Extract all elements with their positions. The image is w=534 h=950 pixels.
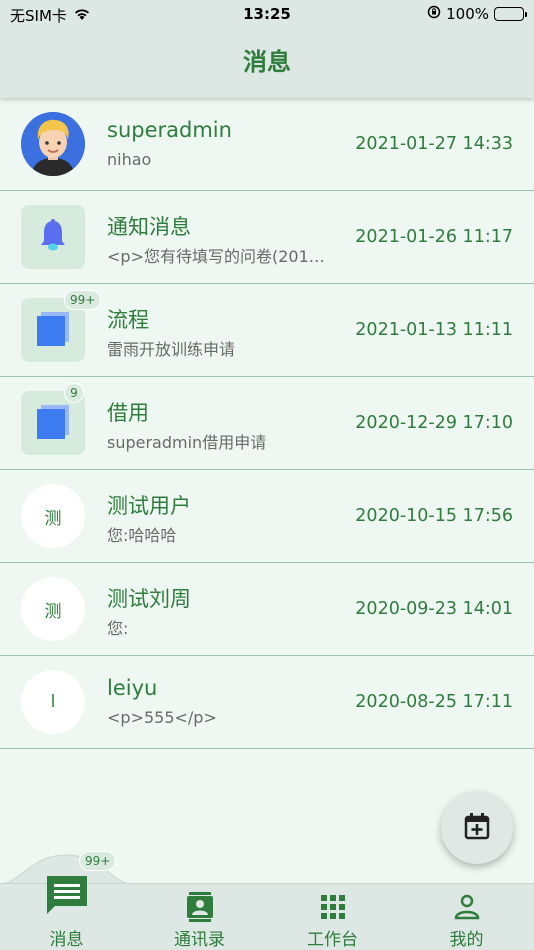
status-bar: 无SIM卡 13:25 100% (0, 0, 534, 28)
unread-badge: 9 (64, 383, 84, 403)
conversation-name: 流程 (107, 308, 149, 332)
documents-icon (33, 308, 73, 352)
conversation-preview: <p>555</p> (107, 708, 217, 727)
conversation-name: leiyu (107, 676, 158, 700)
tab-profile[interactable]: 我的 (400, 884, 533, 950)
add-schedule-button[interactable] (441, 792, 513, 864)
conversation-preview: nihao (107, 150, 152, 169)
conversation-time: 2020-12-29 17:10 (355, 413, 513, 433)
contacts-icon (186, 892, 214, 926)
tab-label: 工作台 (307, 930, 358, 950)
app-header: 消息 (0, 28, 534, 98)
rotation-lock-icon (427, 5, 441, 23)
page-title: 消息 (243, 48, 291, 76)
conversation-time: 2020-10-15 17:56 (355, 506, 513, 526)
conversation-time: 2020-09-23 14:01 (355, 599, 513, 619)
tab-label: 消息 (49, 930, 84, 950)
conversation-name: 测试刘周 (107, 587, 191, 611)
tab-label: 通讯录 (174, 930, 225, 950)
person-icon (454, 894, 480, 924)
tab-contacts[interactable]: 通讯录 (133, 884, 266, 950)
tab-workbench[interactable]: 工作台 (266, 884, 399, 950)
text-avatar: 测 (21, 577, 85, 641)
conversation-time: 2020-08-25 17:11 (355, 692, 513, 712)
conversation-name: 借用 (107, 401, 149, 425)
conversation-preview: superadmin借用申请 (107, 433, 267, 452)
conversation-preview: <p>您有待填写的问卷(201… (107, 247, 325, 266)
bell-icon (35, 217, 71, 257)
conversation-row[interactable]: l leiyu <p>555</p> 2020-08-25 17:11 (0, 656, 534, 749)
conversation-name: 测试用户 (107, 494, 191, 518)
tab-label: 我的 (449, 930, 484, 950)
conversation-name: superadmin (107, 118, 232, 142)
text-avatar: l (21, 670, 85, 734)
tab-unread-badge: 99+ (79, 851, 117, 871)
conversation-name: 通知消息 (107, 215, 191, 239)
tab-messages[interactable]: 消息 (0, 876, 133, 950)
notification-avatar (21, 205, 85, 269)
battery-percent: 100% (446, 5, 489, 23)
conversation-list: superadmin nihao 2021-01-27 14:33 通知消息 <… (0, 98, 534, 749)
conversation-time: 2021-01-26 11:17 (355, 227, 513, 247)
documents-icon (33, 401, 73, 445)
tab-bar: 消息 通讯录 工作台 我的 (0, 876, 534, 950)
text-avatar: 测 (21, 484, 85, 548)
user-avatar (21, 112, 85, 176)
conversation-row[interactable]: 测 测试用户 您:哈哈哈 2020-10-15 17:56 (0, 470, 534, 563)
conversation-time: 2021-01-13 11:11 (355, 320, 513, 340)
conversation-time: 2021-01-27 14:33 (355, 134, 513, 154)
battery-icon (494, 7, 527, 21)
message-icon (45, 874, 89, 922)
conversation-preview: 您:哈哈哈 (107, 526, 177, 545)
conversation-preview: 您: (107, 619, 129, 638)
unread-badge: 99+ (64, 290, 102, 310)
conversation-row[interactable]: 99+ 流程 雷雨开放训练申请 2021-01-13 11:11 (0, 284, 534, 377)
conversation-preview: 雷雨开放训练申请 (107, 340, 236, 359)
conversation-row[interactable]: superadmin nihao 2021-01-27 14:33 (0, 98, 534, 191)
conversation-row[interactable]: 通知消息 <p>您有待填写的问卷(201… 2021-01-26 11:17 (0, 191, 534, 284)
calendar-add-icon (464, 812, 490, 844)
conversation-row[interactable]: 测 测试刘周 您: 2020-09-23 14:01 (0, 563, 534, 656)
conversation-row[interactable]: 9 借用 superadmin借用申请 2020-12-29 17:10 (0, 377, 534, 470)
grid-icon (320, 895, 345, 923)
